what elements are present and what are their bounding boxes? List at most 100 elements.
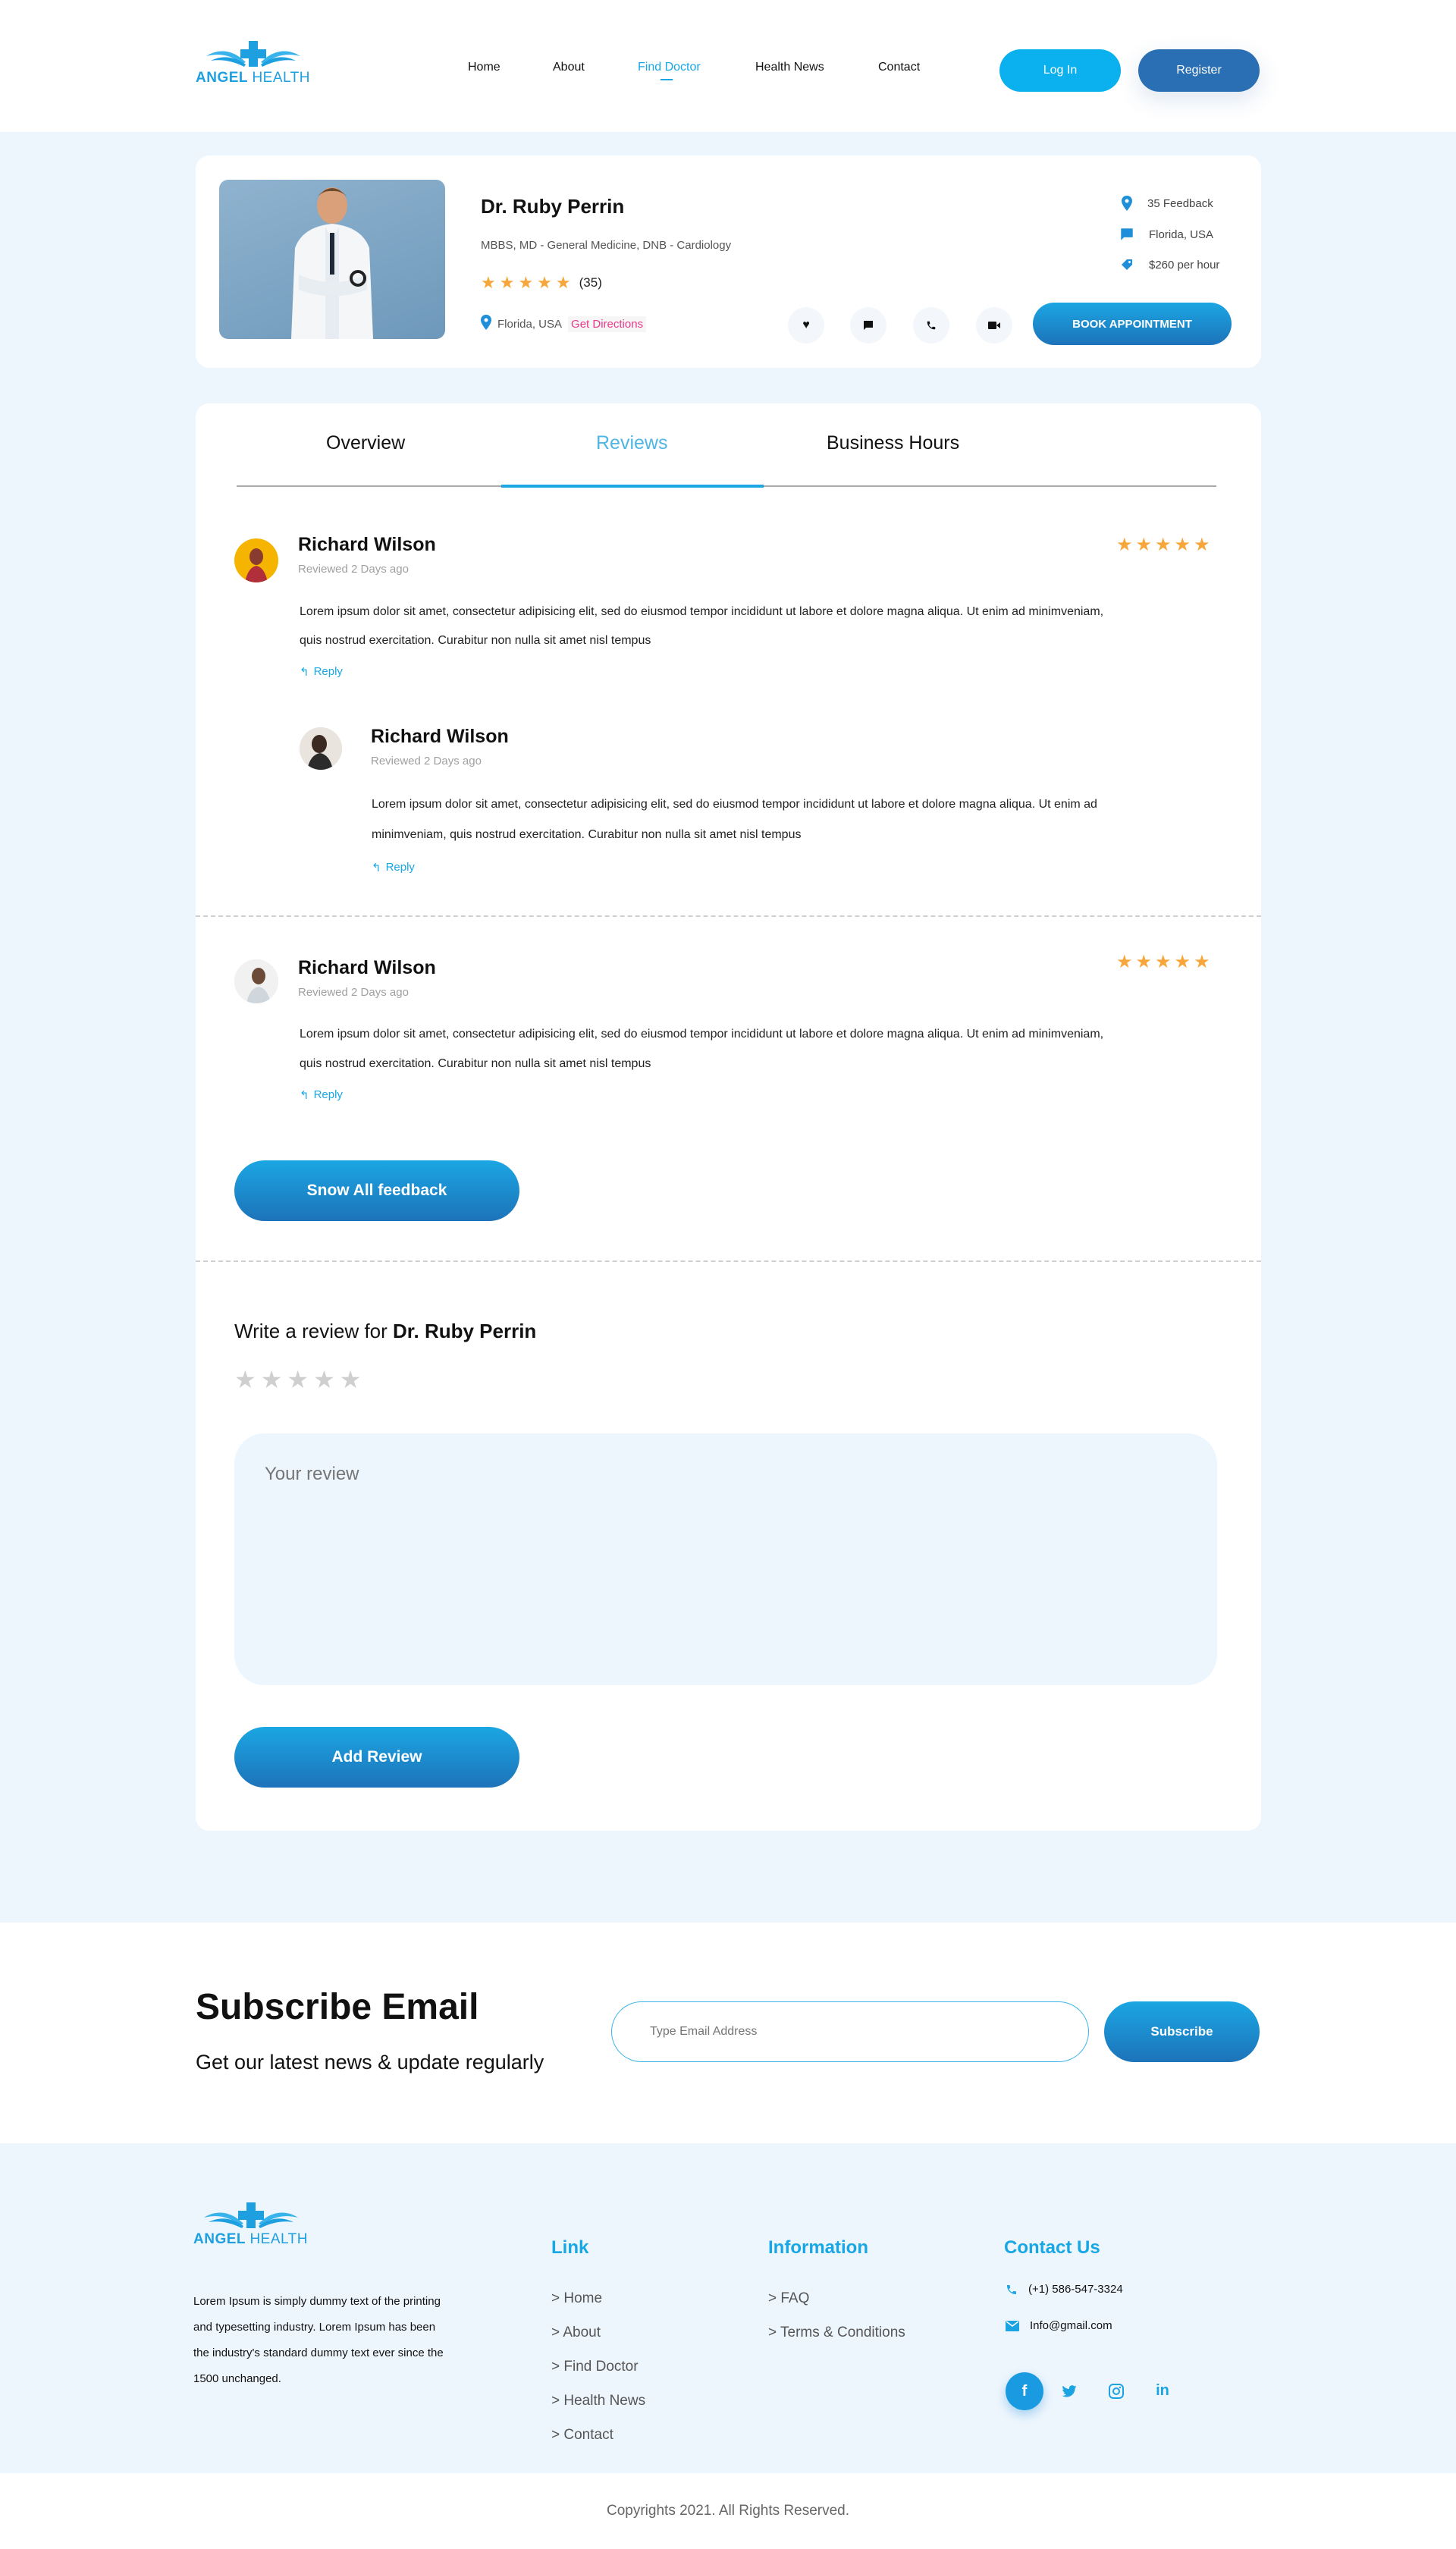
- show-all-feedback-button[interactable]: Snow All feedback: [234, 1160, 519, 1221]
- brand-logo[interactable]: ANGEL HEALTH: [196, 39, 310, 86]
- heart-icon: ♥: [802, 319, 810, 331]
- reviewer-name: Richard Wilson: [298, 957, 436, 978]
- review-text-line: quis nostrud exercitation. Curabitur non…: [300, 1057, 651, 1070]
- map-pin-icon: [481, 315, 491, 334]
- message-button[interactable]: [850, 307, 886, 344]
- site-header: ANGEL HEALTH Home About Find Doctor Heal…: [0, 0, 1456, 132]
- divider: [196, 915, 1261, 917]
- footer: ANGEL HEALTH Lorem Ipsum is simply dummy…: [0, 2143, 1456, 2473]
- subscribe-section: Subscribe Email Get our latest news & up…: [0, 1923, 1456, 2143]
- register-button[interactable]: Register: [1138, 49, 1260, 92]
- reply-label: Reply: [313, 1088, 343, 1101]
- footer-link-health-news[interactable]: > Health News: [551, 2393, 645, 2409]
- mail-icon: [1006, 2320, 1019, 2331]
- feedback-info: 35 Feedback: [1122, 196, 1213, 211]
- reply-icon: ↰: [300, 1089, 309, 1102]
- doctor-photo: [219, 180, 445, 339]
- chat-icon: [864, 321, 873, 330]
- nav-home[interactable]: Home: [468, 61, 500, 74]
- rating-stars: ★★★★★: [481, 273, 575, 292]
- rating-input-stars[interactable]: ★★★★★: [234, 1365, 366, 1394]
- twitter-icon[interactable]: [1060, 2382, 1078, 2400]
- review-text-line: Lorem ipsum dolor sit amet, consectetur …: [300, 1028, 1104, 1041]
- review-text-line: minimveniam, quis nostrud exercitation. …: [372, 828, 802, 841]
- footer-about-line: the industry's standard dummy text ever …: [193, 2347, 444, 2359]
- nav-health-news[interactable]: Health News: [755, 61, 824, 74]
- footer-link-about[interactable]: > About: [551, 2325, 601, 2341]
- location-info: Florida, USA: [1120, 228, 1213, 241]
- footer-email[interactable]: Info@gmail.com: [1006, 2319, 1112, 2332]
- reviewer-name: Richard Wilson: [371, 726, 509, 747]
- subscribe-button[interactable]: Subscribe: [1104, 2001, 1260, 2062]
- footer-logo[interactable]: ANGEL HEALTH: [193, 2201, 308, 2248]
- price-info: $260 per hour: [1120, 258, 1219, 272]
- chat-icon: [1121, 228, 1133, 240]
- reviews-card: Overview Reviews Business Hours Richard …: [196, 403, 1261, 1831]
- divider: [196, 1260, 1261, 1262]
- reply-link[interactable]: ↰ Reply: [300, 665, 343, 679]
- favorite-button[interactable]: ♥: [788, 307, 824, 344]
- footer-link-faq[interactable]: > FAQ: [768, 2290, 809, 2307]
- footer-link-contact[interactable]: > Contact: [551, 2427, 613, 2444]
- footer-about-line: 1500 unchanged.: [193, 2372, 281, 2385]
- brand-name-light: HEALTH: [249, 2231, 309, 2247]
- nav-find-doctor[interactable]: Find Doctor: [638, 61, 701, 80]
- reviewer-name: Richard Wilson: [298, 534, 436, 555]
- login-button[interactable]: Log In: [999, 49, 1121, 92]
- doctor-profile-card: Dr. Ruby Perrin MBBS, MD - General Medic…: [196, 155, 1261, 368]
- reply-link[interactable]: ↰ Reply: [372, 861, 415, 874]
- doctor-credentials: MBBS, MD - General Medicine, DNB - Cardi…: [481, 239, 732, 252]
- footer-link-find-doctor[interactable]: > Find Doctor: [551, 2359, 639, 2375]
- wings-cross-icon: [203, 2202, 298, 2228]
- review-textarea[interactable]: [234, 1433, 1217, 1685]
- footer-phone[interactable]: (+1) 586-547-3324: [1006, 2283, 1123, 2296]
- footer-link-terms[interactable]: > Terms & Conditions: [768, 2325, 905, 2341]
- linkedin-icon[interactable]: in: [1153, 2381, 1172, 2400]
- active-tab-indicator: [501, 485, 764, 488]
- nav-contact[interactable]: Contact: [878, 61, 920, 74]
- doctor-location: Florida, USA Get Directions: [481, 315, 647, 334]
- phone-icon: [927, 321, 936, 330]
- nav-about[interactable]: About: [553, 61, 585, 74]
- tab-overview[interactable]: Overview: [326, 432, 405, 454]
- footer-contact-title: Contact Us: [1004, 2237, 1100, 2258]
- footer-about-line: and typesetting industry. Lorem Ipsum ha…: [193, 2321, 436, 2334]
- copyright-bar: Copyrights 2021. All Rights Reserved.: [0, 2473, 1456, 2549]
- review-text-line: quis nostrud exercitation. Curabitur non…: [300, 634, 651, 647]
- subscribe-subtitle: Get our latest news & update regularly: [196, 2051, 544, 2073]
- write-review-doctor: Dr. Ruby Perrin: [393, 1320, 537, 1342]
- subscribe-title: Subscribe Email: [196, 1987, 479, 2027]
- rating-count: (35): [579, 275, 602, 290]
- location-text: Florida, USA: [497, 318, 563, 331]
- reply-icon: ↰: [372, 862, 381, 874]
- tab-reviews[interactable]: Reviews: [596, 432, 667, 454]
- instagram-icon[interactable]: [1107, 2382, 1125, 2400]
- wings-cross-icon: [206, 41, 300, 67]
- review-date: Reviewed 2 Days ago: [298, 563, 409, 576]
- brand-name-light: HEALTH: [252, 70, 311, 86]
- review-text-line: Lorem ipsum dolor sit amet, consectetur …: [372, 798, 1097, 811]
- facebook-icon[interactable]: f: [1006, 2372, 1043, 2410]
- reply-link[interactable]: ↰ Reply: [300, 1088, 343, 1102]
- reply-icon: ↰: [300, 666, 309, 679]
- copyright-text: Copyrights 2021. All Rights Reserved.: [607, 2503, 849, 2519]
- tab-business-hours[interactable]: Business Hours: [827, 432, 959, 454]
- review-text-line: Lorem ipsum dolor sit amet, consectetur …: [300, 605, 1104, 618]
- footer-about: Lorem Ipsum is simply dummy text of the …: [193, 2289, 444, 2392]
- brand-name-bold: ANGEL: [193, 2231, 246, 2247]
- email-text: Info@gmail.com: [1030, 2319, 1112, 2332]
- location-info-text: Florida, USA: [1149, 228, 1214, 241]
- add-review-button[interactable]: Add Review: [234, 1727, 519, 1788]
- email-input[interactable]: [611, 2001, 1089, 2062]
- doctor-name: Dr. Ruby Perrin: [481, 195, 625, 218]
- review-stars: ★★★★★: [1116, 535, 1213, 555]
- phone-text: (+1) 586-547-3324: [1028, 2283, 1123, 2296]
- brand-name-bold: ANGEL: [196, 70, 248, 86]
- video-call-button[interactable]: [976, 307, 1012, 344]
- review-date: Reviewed 2 Days ago: [371, 755, 482, 768]
- call-button[interactable]: [913, 307, 949, 344]
- doctor-rating: ★★★★★ (35): [481, 273, 602, 293]
- get-directions-link[interactable]: Get Directions: [568, 316, 647, 332]
- footer-link-home[interactable]: > Home: [551, 2290, 602, 2307]
- book-appointment-button[interactable]: BOOK APPOINTMENT: [1033, 303, 1232, 345]
